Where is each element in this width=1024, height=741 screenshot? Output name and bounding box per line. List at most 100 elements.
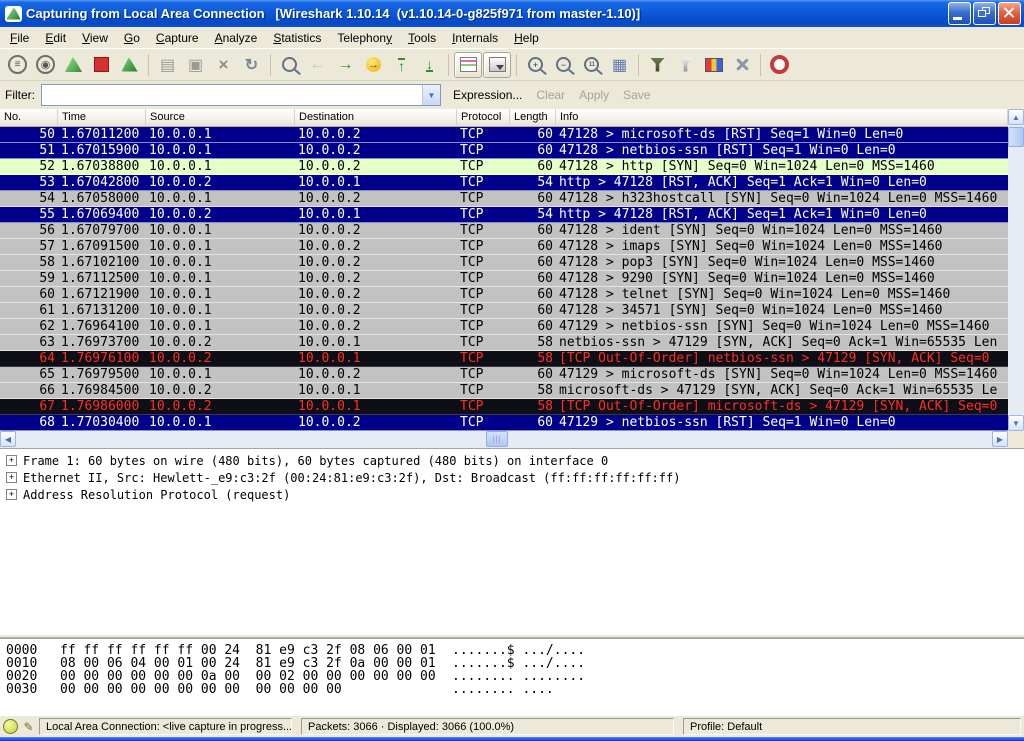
file[interactable]: File — [2, 28, 37, 48]
expert-info-icon[interactable] — [3, 719, 18, 734]
filter-dropdown-icon[interactable]: ▼ — [422, 85, 440, 105]
capture[interactable]: Capture — [148, 28, 207, 48]
no-[interactable]: No. — [0, 109, 58, 127]
packet-row[interactable]: 60 1.67121900 10.0.0.1 10.0.0.2 TCP 60 4… — [0, 287, 1008, 303]
packet-row[interactable]: 63 1.76973700 10.0.0.2 10.0.0.1 TCP 58 n… — [0, 335, 1008, 351]
restart-capture-icon[interactable] — [116, 52, 143, 78]
cell-no: 66 — [0, 383, 58, 398]
save-file-icon[interactable]: ▣ — [182, 52, 209, 78]
detail-line[interactable]: + Ethernet II, Src: Hewlett-_e9:c3:2f (0… — [2, 469, 1022, 486]
close-button[interactable] — [998, 2, 1021, 25]
destination[interactable]: Destination — [295, 109, 457, 127]
capture-options-icon[interactable]: ◉ — [32, 52, 59, 78]
zoom-out-icon[interactable]: − — [550, 52, 577, 78]
expand-icon[interactable]: + — [6, 472, 17, 483]
save-button[interactable]: Save — [616, 85, 657, 105]
detail-line[interactable]: + Address Resolution Protocol (request) — [2, 486, 1022, 503]
view[interactable]: View — [74, 28, 116, 48]
expand-icon[interactable]: + — [6, 489, 17, 500]
vertical-scroll-thumb[interactable] — [1008, 127, 1024, 147]
open-file-icon[interactable]: ▤ — [154, 52, 181, 78]
apply-button[interactable]: Apply — [572, 85, 616, 105]
tools[interactable]: Tools — [400, 28, 444, 48]
reload-icon[interactable]: ↻ — [238, 52, 265, 78]
packet-row[interactable]: 62 1.76964100 10.0.0.1 10.0.0.2 TCP 60 4… — [0, 319, 1008, 335]
packet-row[interactable]: 51 1.67015900 10.0.0.1 10.0.0.2 TCP 60 4… — [0, 143, 1008, 159]
packet-row[interactable]: 52 1.67038800 10.0.0.1 10.0.0.2 TCP 60 4… — [0, 159, 1008, 175]
colorize-toggle-icon[interactable] — [454, 52, 482, 78]
packet-row[interactable]: 61 1.67131200 10.0.0.1 10.0.0.2 TCP 60 4… — [0, 303, 1008, 319]
help-icon[interactable] — [766, 52, 793, 78]
capture-filter-icon[interactable] — [644, 52, 671, 78]
packet-row[interactable]: 53 1.67042800 10.0.0.2 10.0.0.1 TCP 54 h… — [0, 175, 1008, 191]
go-to-packet-icon[interactable]: → — [360, 52, 387, 78]
protocol[interactable]: Protocol — [457, 109, 510, 127]
annotation-pencil-icon[interactable]: ✎ — [21, 720, 36, 734]
horizontal-scroll-thumb[interactable]: ||| — [486, 431, 508, 447]
packet-row[interactable]: 54 1.67058000 10.0.0.1 10.0.0.2 TCP 60 4… — [0, 191, 1008, 207]
packet-row[interactable]: 67 1.76986000 10.0.0.2 10.0.0.1 TCP 58 [… — [0, 399, 1008, 415]
packet-row[interactable]: 50 1.67011200 10.0.0.1 10.0.0.2 TCP 60 4… — [0, 127, 1008, 143]
horizontal-scrollbar[interactable]: ◀ ||| ▶ — [0, 431, 1024, 448]
find-packet-icon[interactable] — [276, 52, 303, 78]
preferences-icon[interactable] — [728, 52, 755, 78]
source[interactable]: Source — [146, 109, 295, 127]
packet-rows: 50 1.67011200 10.0.0.1 10.0.0.2 TCP 60 4… — [0, 127, 1008, 431]
packet-row[interactable]: 66 1.76984500 10.0.0.2 10.0.0.1 TCP 58 m… — [0, 383, 1008, 399]
packet-row[interactable]: 58 1.67102100 10.0.0.1 10.0.0.2 TCP 60 4… — [0, 255, 1008, 271]
restore-button[interactable] — [973, 2, 996, 25]
statistics[interactable]: Statistics — [265, 28, 329, 48]
minimize-button[interactable] — [948, 2, 971, 25]
hex-line[interactable]: 0030 00 00 00 00 00 00 00 00 00 00 00 00… — [6, 683, 1018, 696]
close-file-icon[interactable]: × — [210, 52, 237, 78]
detail-line[interactable]: + Frame 1: 60 bytes on wire (480 bits), … — [2, 452, 1022, 469]
zoom-in-icon[interactable]: + — [522, 52, 549, 78]
cell-info: 47128 > imaps [SYN] Seq=0 Win=1024 Len=0… — [556, 239, 1008, 254]
zoom-100-icon[interactable]: 1:1 — [578, 52, 605, 78]
packet-row[interactable]: 59 1.67112500 10.0.0.1 10.0.0.2 TCP 60 4… — [0, 271, 1008, 287]
clear-button[interactable]: Clear — [529, 85, 572, 105]
horizontal-scroll-track[interactable]: ||| ▶ — [16, 431, 1008, 448]
cell-protocol: TCP — [457, 367, 510, 382]
internals[interactable]: Internals — [444, 28, 506, 48]
cell-destination: 10.0.0.1 — [295, 351, 457, 366]
edit[interactable]: Edit — [37, 28, 74, 48]
vertical-scrollbar[interactable]: ▲ ▼ — [1008, 109, 1024, 431]
coloring-rules-icon[interactable] — [700, 52, 727, 78]
packet-row[interactable]: 64 1.76976100 10.0.0.2 10.0.0.1 TCP 58 [… — [0, 351, 1008, 367]
filter-input[interactable] — [42, 85, 422, 105]
scroll-up-icon[interactable]: ▲ — [1008, 109, 1024, 125]
help[interactable]: Help — [506, 28, 547, 48]
cell-length: 58 — [510, 383, 556, 398]
display-filter-icon[interactable] — [672, 52, 699, 78]
stop-capture-icon[interactable] — [88, 52, 115, 78]
cell-destination: 10.0.0.2 — [295, 287, 457, 302]
packet-row[interactable]: 68 1.77030400 10.0.0.1 10.0.0.2 TCP 60 4… — [0, 415, 1008, 431]
length[interactable]: Length — [510, 109, 556, 127]
go-to-bottom-icon[interactable]: ↓ — [416, 52, 443, 78]
go-to-top-icon[interactable]: ↑ — [388, 52, 415, 78]
cell-destination: 10.0.0.2 — [295, 255, 457, 270]
packet-row[interactable]: 56 1.67079700 10.0.0.1 10.0.0.2 TCP 60 4… — [0, 223, 1008, 239]
expression-button[interactable]: Expression... — [446, 85, 529, 105]
packet-row[interactable]: 55 1.67069400 10.0.0.2 10.0.0.1 TCP 54 h… — [0, 207, 1008, 223]
start-capture-icon[interactable] — [60, 52, 87, 78]
autoscroll-toggle-icon[interactable] — [483, 52, 511, 78]
analyze[interactable]: Analyze — [207, 28, 266, 48]
info[interactable]: Info — [556, 109, 1008, 127]
scroll-left-icon[interactable]: ◀ — [0, 431, 16, 447]
list-interfaces-icon[interactable]: ≡ — [4, 52, 31, 78]
telephony[interactable]: Telephony — [329, 28, 400, 48]
scroll-right-icon[interactable]: ▶ — [992, 431, 1008, 447]
scroll-down-icon[interactable]: ▼ — [1008, 415, 1024, 431]
profile-status[interactable]: Profile: Default — [683, 718, 1021, 735]
go-back-icon[interactable]: ← — [304, 52, 331, 78]
packet-row[interactable]: 57 1.67091500 10.0.0.1 10.0.0.2 TCP 60 4… — [0, 239, 1008, 255]
cell-source: 10.0.0.2 — [146, 351, 295, 366]
expand-icon[interactable]: + — [6, 455, 17, 466]
packet-row[interactable]: 65 1.76979500 10.0.0.1 10.0.0.2 TCP 60 4… — [0, 367, 1008, 383]
time[interactable]: Time — [58, 109, 146, 127]
go[interactable]: Go — [116, 28, 148, 48]
go-forward-icon[interactable]: → — [332, 52, 359, 78]
resize-columns-icon[interactable]: ▦ — [606, 52, 633, 78]
